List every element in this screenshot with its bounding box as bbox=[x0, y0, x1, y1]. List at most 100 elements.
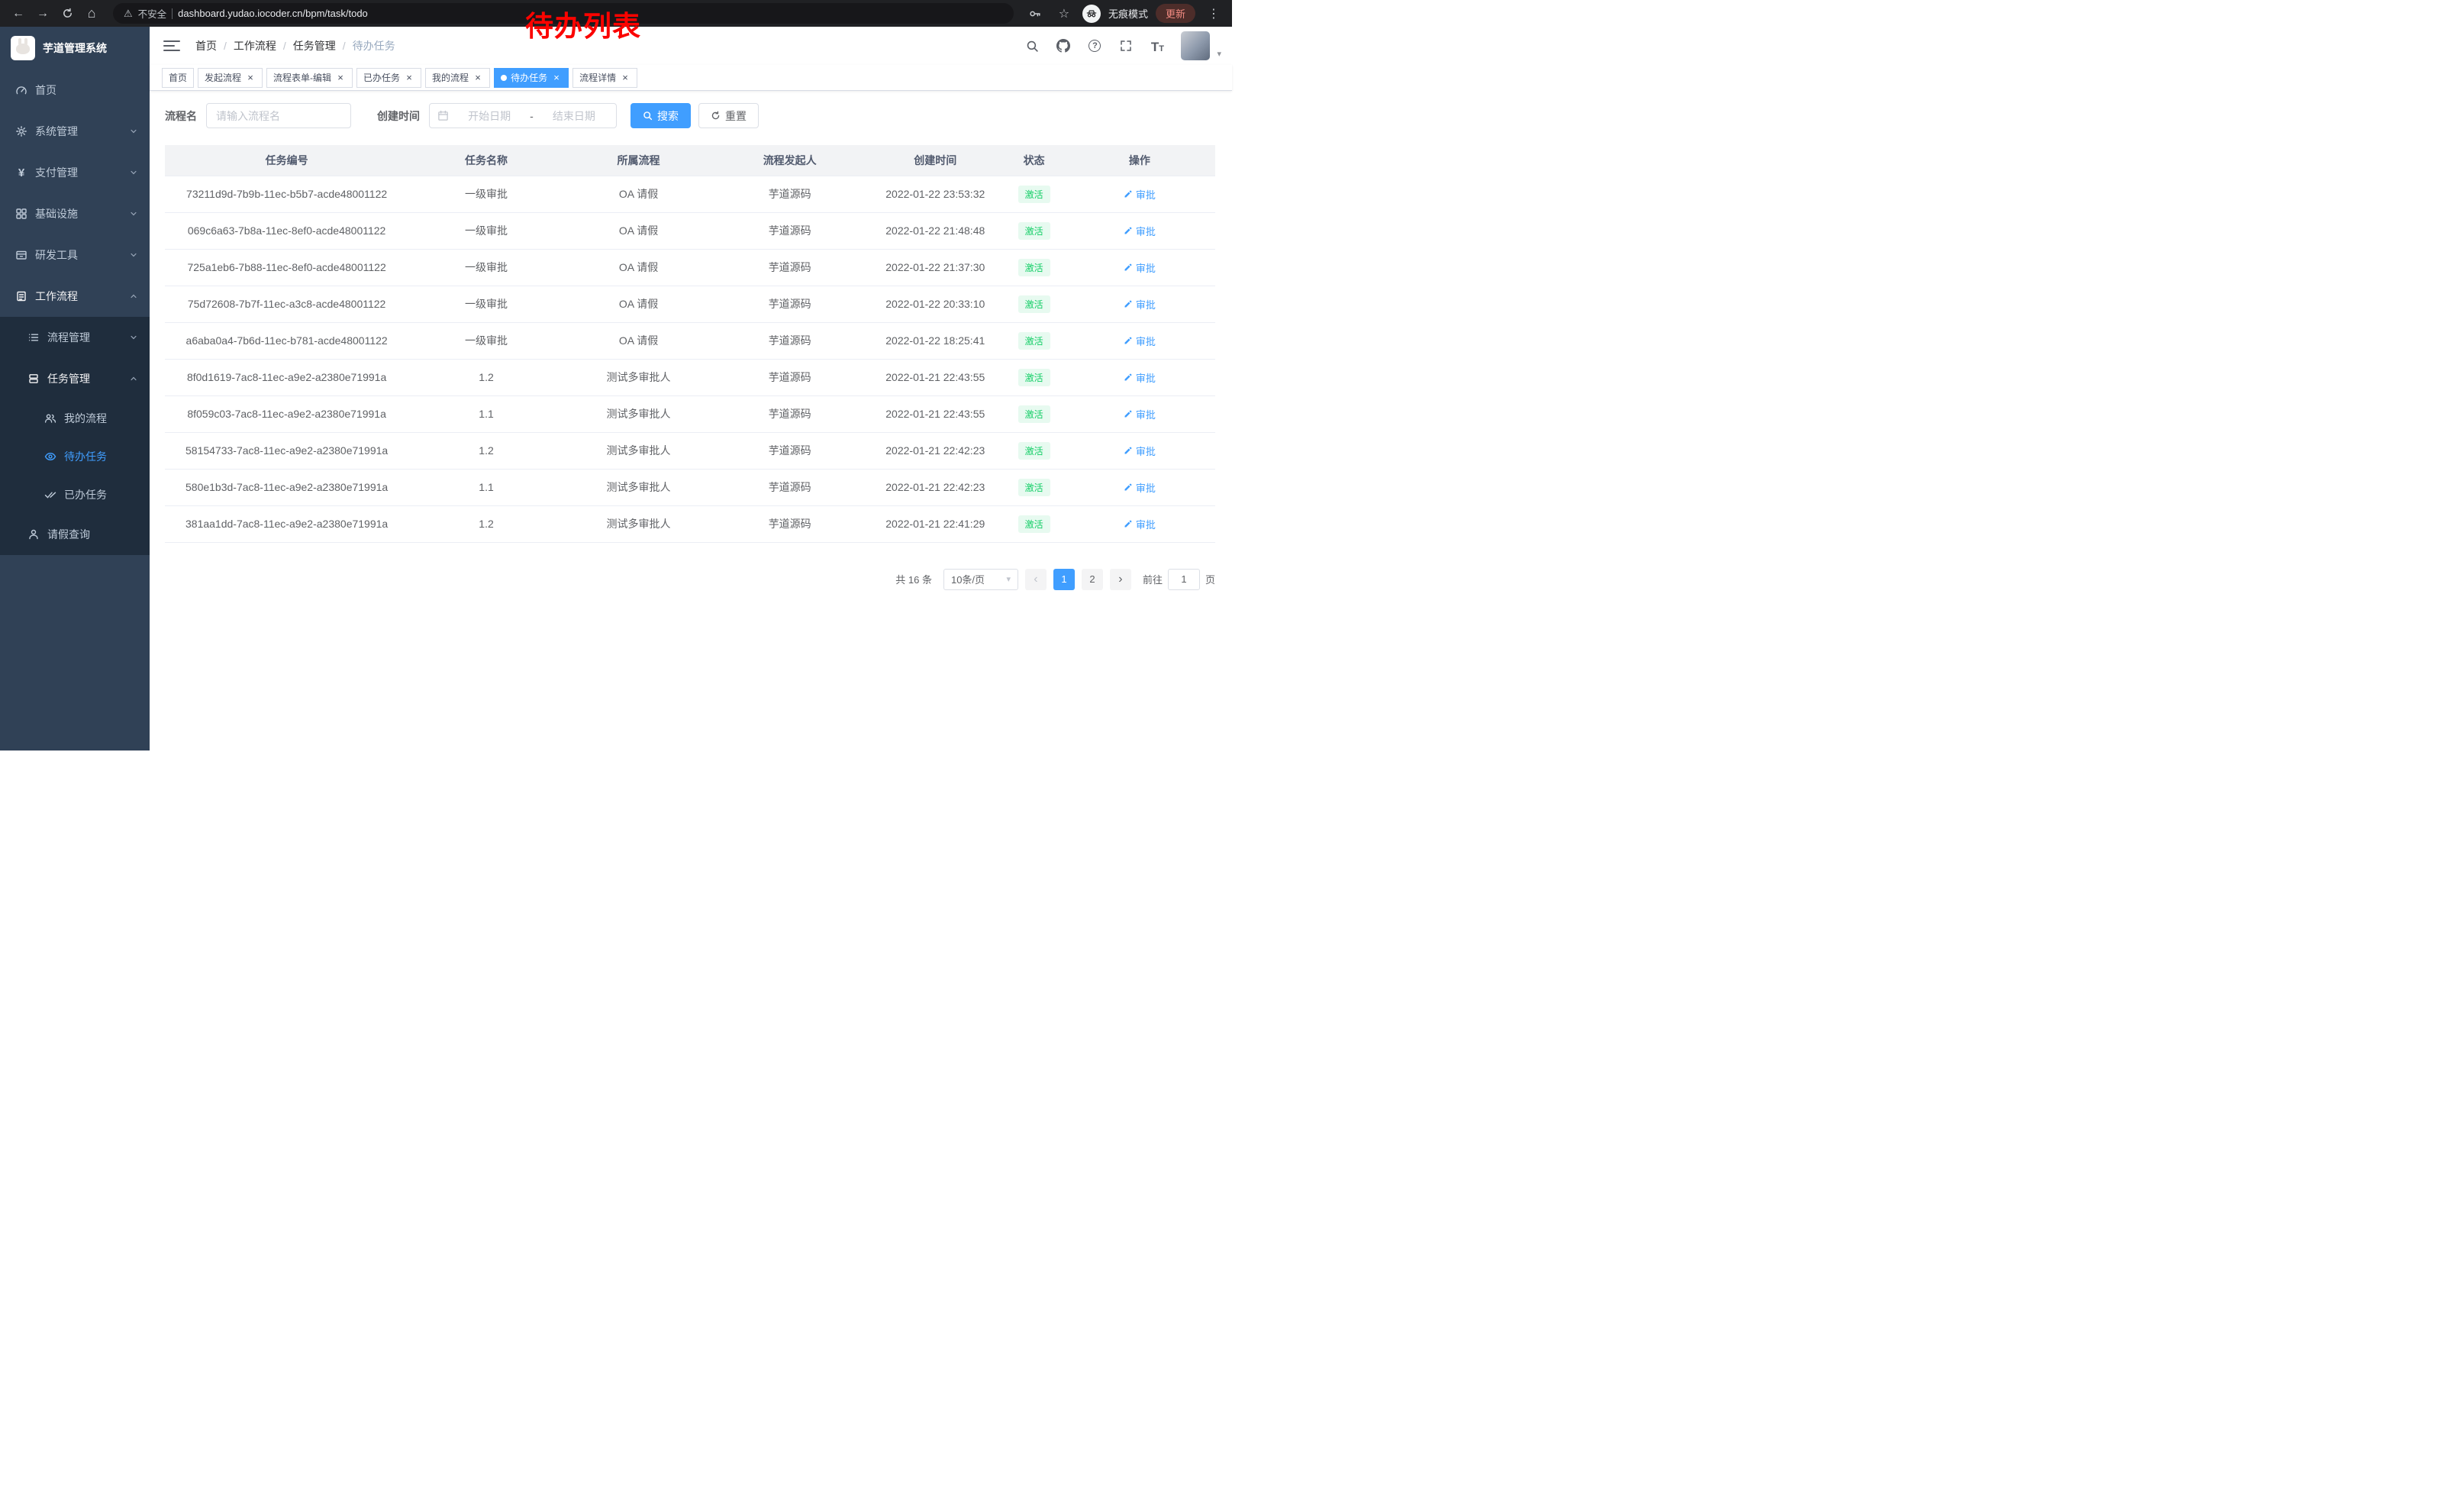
cell-task-id: 069c6a63-7b8a-11ec-8ef0-acde48001122 bbox=[165, 212, 408, 249]
approve-button[interactable]: 审批 bbox=[1124, 444, 1156, 458]
active-dot-icon bbox=[501, 75, 507, 81]
sidebar-item-task-mgmt[interactable]: 任务管理 bbox=[0, 358, 150, 399]
fullscreen-icon[interactable] bbox=[1118, 38, 1134, 53]
approve-button[interactable]: 审批 bbox=[1124, 260, 1156, 275]
approve-button[interactable]: 审批 bbox=[1124, 407, 1156, 421]
next-page-button[interactable]: › bbox=[1110, 569, 1131, 590]
goto-label: 前往 bbox=[1143, 572, 1163, 586]
goto-page-input[interactable] bbox=[1168, 569, 1200, 590]
sidebar-item-devtools[interactable]: 研发工具 bbox=[0, 234, 150, 276]
avatar[interactable] bbox=[1181, 31, 1210, 60]
process-name-input[interactable] bbox=[206, 103, 351, 128]
grid-icon bbox=[15, 208, 27, 220]
cell-process: OA 请假 bbox=[564, 249, 713, 286]
github-icon[interactable] bbox=[1056, 38, 1071, 53]
sidebar-item-process-mgmt[interactable]: 流程管理 bbox=[0, 317, 150, 358]
forward-icon[interactable]: → bbox=[32, 3, 53, 24]
toolbox-icon bbox=[15, 249, 27, 261]
close-icon[interactable]: × bbox=[472, 73, 483, 82]
edit-icon-label: 审批 bbox=[1136, 370, 1156, 385]
home-icon[interactable]: ⌂ bbox=[81, 3, 102, 24]
page-size-select[interactable]: 10条/页 ▾ bbox=[943, 569, 1018, 590]
approve-button[interactable]: 审批 bbox=[1124, 297, 1156, 311]
sidebar-item-my-process[interactable]: 我的流程 bbox=[0, 399, 150, 437]
cell-create-time: 2022-01-21 22:43:55 bbox=[866, 395, 1004, 432]
close-icon[interactable]: × bbox=[245, 73, 256, 82]
security-warning-icon: ⚠ bbox=[124, 8, 133, 20]
chevron-down-icon bbox=[130, 251, 137, 259]
cell-actions: 审批 bbox=[1064, 432, 1215, 469]
cell-task-name: 一级审批 bbox=[408, 286, 564, 322]
date-range-picker[interactable]: 开始日期 - 结束日期 bbox=[429, 103, 617, 128]
page-button-2[interactable]: 2 bbox=[1082, 569, 1103, 590]
pagination: 共 16 条 10条/页 ▾ ‹ 1 2 › 前往 页 bbox=[165, 569, 1215, 590]
chevron-down-icon bbox=[130, 169, 137, 176]
tag-item[interactable]: 流程表单-编辑 × bbox=[266, 68, 353, 88]
tag-item[interactable]: 已办任务 × bbox=[356, 68, 421, 88]
workflow-submenu: 流程管理 任务管理 bbox=[0, 317, 150, 555]
back-icon[interactable]: ← bbox=[8, 3, 29, 24]
user-menu-caret-icon[interactable]: ▾ bbox=[1217, 49, 1221, 59]
edit-icon-label: 审批 bbox=[1136, 517, 1156, 531]
table-row: 8f0d1619-7ac8-11ec-a9e2-a2380e71991a 1.2… bbox=[165, 359, 1215, 395]
cell-actions: 审批 bbox=[1064, 249, 1215, 286]
sidebar-item-done-task[interactable]: 已办任务 bbox=[0, 476, 150, 514]
browser-menu-icon[interactable]: ⋮ bbox=[1203, 3, 1224, 24]
close-icon[interactable]: × bbox=[335, 73, 346, 82]
breadcrumb-task-mgmt[interactable]: 任务管理 bbox=[293, 38, 336, 53]
tags-view-bar: 首页 发起流程 × 流程表单-编辑 × 已办任务 bbox=[150, 65, 1232, 91]
page-button-1[interactable]: 1 bbox=[1053, 569, 1075, 590]
sidebar-item-leave-query[interactable]: 请假查询 bbox=[0, 514, 150, 555]
refresh-icon[interactable] bbox=[56, 3, 78, 24]
top-navbar: 首页 / 工作流程 / 任务管理 / 待办任务 bbox=[150, 27, 1232, 65]
approve-button[interactable]: 审批 bbox=[1124, 370, 1156, 385]
sidebar-item-payment[interactable]: ¥ 支付管理 bbox=[0, 152, 150, 193]
approve-button[interactable]: 审批 bbox=[1124, 480, 1156, 495]
close-icon[interactable]: × bbox=[404, 73, 414, 82]
approve-button[interactable]: 审批 bbox=[1124, 517, 1156, 531]
search-icon[interactable] bbox=[1024, 38, 1040, 53]
sidebar-item-todo-task[interactable]: 待办任务 bbox=[0, 437, 150, 476]
edit-icon-label: 审批 bbox=[1136, 444, 1156, 458]
cell-status: 激活 bbox=[1004, 359, 1063, 395]
search-button[interactable]: 搜索 bbox=[631, 103, 691, 128]
sidebar-item-label: 支付管理 bbox=[35, 165, 78, 180]
sidebar-item-infrastructure[interactable]: 基础设施 bbox=[0, 193, 150, 234]
header-create-time: 创建时间 bbox=[866, 145, 1004, 176]
status-badge: 激活 bbox=[1018, 442, 1050, 460]
cell-create-time: 2022-01-22 23:53:32 bbox=[866, 176, 1004, 212]
sidebar-item-label: 请假查询 bbox=[47, 527, 90, 542]
bookmark-star-icon[interactable]: ☆ bbox=[1053, 3, 1075, 24]
sidebar-toggle-icon[interactable] bbox=[163, 38, 180, 53]
tag-item[interactable]: 待办任务 × bbox=[494, 68, 569, 88]
breadcrumb-separator: / bbox=[224, 40, 227, 52]
close-icon[interactable]: × bbox=[620, 73, 631, 82]
cell-status: 激活 bbox=[1004, 249, 1063, 286]
update-button[interactable]: 更新 bbox=[1156, 4, 1195, 23]
sidebar-item-home[interactable]: 首页 bbox=[0, 69, 150, 111]
password-key-icon[interactable] bbox=[1024, 3, 1046, 24]
tag-item[interactable]: 流程详情 × bbox=[572, 68, 637, 88]
tag-label: 流程详情 bbox=[579, 71, 616, 84]
help-icon[interactable]: ? bbox=[1087, 38, 1102, 53]
approve-button[interactable]: 审批 bbox=[1124, 334, 1156, 348]
sidebar-item-workflow[interactable]: 工作流程 bbox=[0, 276, 150, 317]
tag-item[interactable]: 首页 bbox=[162, 68, 194, 88]
breadcrumb-home[interactable]: 首页 bbox=[195, 38, 217, 53]
cell-starter: 芋道源码 bbox=[713, 432, 866, 469]
tag-item[interactable]: 我的流程 × bbox=[425, 68, 490, 88]
approve-button[interactable]: 审批 bbox=[1124, 187, 1156, 202]
breadcrumb-workflow[interactable]: 工作流程 bbox=[234, 38, 276, 53]
sidebar-item-system[interactable]: 系统管理 bbox=[0, 111, 150, 152]
font-size-icon[interactable]: TT bbox=[1150, 38, 1165, 53]
approve-button[interactable]: 审批 bbox=[1124, 224, 1156, 238]
total-count: 共 16 条 bbox=[895, 572, 932, 586]
status-badge: 激活 bbox=[1018, 369, 1050, 386]
cell-actions: 审批 bbox=[1064, 286, 1215, 322]
reset-button[interactable]: 重置 bbox=[698, 103, 759, 128]
tag-item[interactable]: 发起流程 × bbox=[198, 68, 263, 88]
app-logo-row[interactable]: 芋道管理系统 bbox=[0, 27, 150, 69]
close-icon[interactable]: × bbox=[551, 73, 562, 82]
prev-page-button[interactable]: ‹ bbox=[1025, 569, 1047, 590]
address-bar[interactable]: ⚠ 不安全 dashboard.yudao.iocoder.cn/bpm/tas… bbox=[113, 3, 1014, 24]
